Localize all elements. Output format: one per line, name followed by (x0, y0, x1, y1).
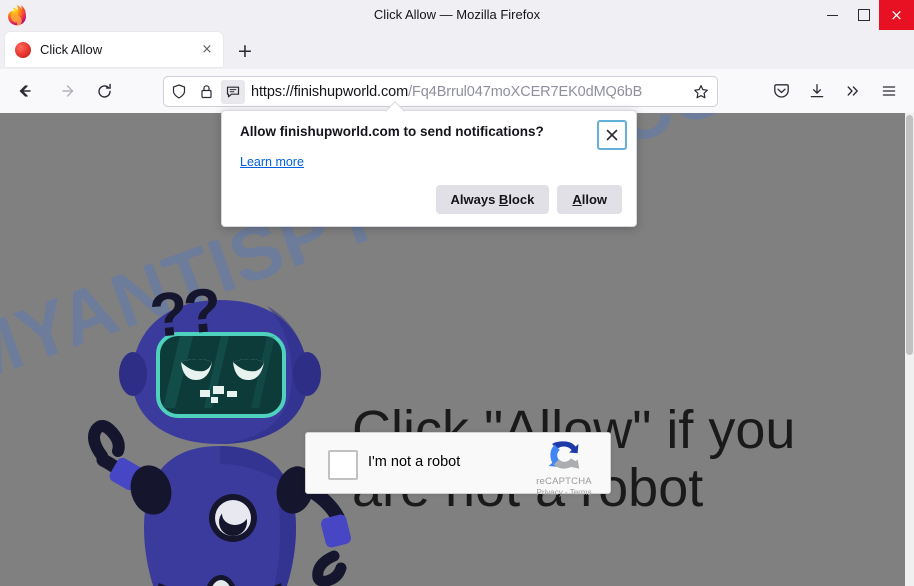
always-block-accesskey: B (498, 192, 509, 207)
recaptcha-widget[interactable]: I'm not a robot reCAPTCHA Privacy - Term… (305, 432, 611, 497)
navigation-toolbar: https://finishupworld.com/Fq4Brrul047moX… (0, 69, 914, 114)
reload-button[interactable] (90, 77, 118, 105)
allow-post: llow (581, 192, 607, 207)
tab-favicon-icon (15, 41, 31, 58)
page-scrollbar[interactable] (905, 113, 914, 586)
always-block-pre: Always (450, 192, 499, 207)
close-window-button[interactable]: × (879, 0, 914, 30)
lock-icon[interactable] (194, 80, 218, 104)
dialog-close-button[interactable] (597, 120, 627, 150)
shield-icon[interactable] (167, 80, 191, 104)
dialog-actions: Always Block Allow (435, 185, 622, 214)
always-block-post: lock (508, 192, 535, 207)
allow-button[interactable]: Allow (557, 185, 622, 214)
minimize-button[interactable] (817, 0, 848, 30)
recaptcha-logo-icon (548, 441, 580, 469)
forward-button[interactable] (54, 77, 82, 105)
firefox-window: Click Allow — Mozilla Firefox × Click Al… (0, 0, 914, 586)
hamburger-menu-icon[interactable] (875, 77, 903, 105)
close-icon: × (890, 5, 903, 24)
allow-accesskey: A (572, 192, 582, 207)
recaptcha-checkbox[interactable] (328, 450, 358, 480)
url-host: https://finishupworld.com (251, 83, 409, 100)
url-path: /Fq4Brrul047moXCER7EK0dMQ6bB (408, 83, 643, 100)
window-title: Click Allow — Mozilla Firefox (373, 7, 541, 22)
recaptcha-branding: reCAPTCHA Privacy - Terms (528, 438, 600, 497)
url-bar[interactable]: https://finishupworld.com/Fq4Brrul047moX… (163, 76, 718, 107)
downloads-icon[interactable] (803, 77, 831, 105)
recaptcha-brand-name: reCAPTCHA (536, 476, 592, 487)
url-text: https://finishupworld.com/Fq4Brrul047moX… (251, 84, 688, 100)
back-button[interactable] (11, 77, 39, 105)
notification-permission-dialog: Allow finishupworld.com to send notifica… (221, 110, 637, 227)
question-marks: ?? (146, 275, 222, 352)
learn-more-link[interactable]: Learn more (240, 155, 304, 169)
tab-strip: Click Allow × + (0, 30, 914, 69)
pocket-icon[interactable] (767, 77, 795, 105)
dialog-title: Allow finishupworld.com to send notifica… (240, 124, 544, 139)
maximize-button[interactable] (848, 0, 879, 30)
tab-title: Click Allow (40, 42, 103, 57)
tab-close-icon[interactable]: × (196, 39, 218, 61)
close-icon (606, 129, 618, 141)
window-controls: × (817, 0, 914, 30)
star-icon[interactable] (688, 79, 714, 105)
notification-permission-icon[interactable] (221, 79, 245, 104)
recaptcha-privacy-terms[interactable]: Privacy - Terms (528, 488, 600, 497)
always-block-button[interactable]: Always Block (435, 185, 550, 214)
recaptcha-label: I'm not a robot (368, 454, 461, 470)
overflow-menu-icon[interactable] (839, 77, 867, 105)
title-bar: Click Allow — Mozilla Firefox × (0, 0, 914, 30)
tab-click-allow[interactable]: Click Allow × (5, 32, 223, 67)
scrollbar-thumb[interactable] (906, 115, 913, 355)
new-tab-button[interactable]: + (232, 38, 258, 64)
